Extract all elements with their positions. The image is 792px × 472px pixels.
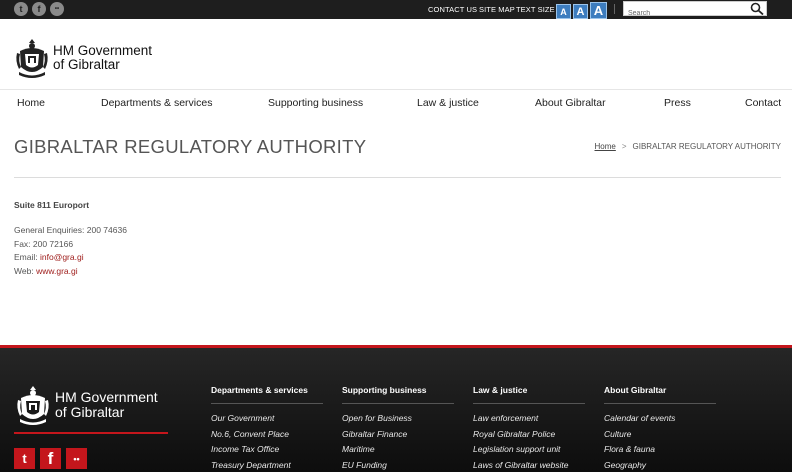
email-link[interactable]: info@gra.gi [40,252,84,262]
flickr-icon[interactable]: •• [50,2,64,16]
footer-link[interactable]: Treasury Department [211,458,323,472]
footer-link[interactable]: Maritime [342,442,454,458]
footer-link[interactable]: Geography [604,458,716,472]
footer-column-about-gibraltar: About Gibraltar Calendar of events Cultu… [604,385,716,472]
top-utility-bar: t f •• CONTACT US SITE MAP TEXT SIZE A A… [0,0,792,20]
main-navigation: Home Departments & services Supporting b… [0,97,792,111]
footer-column-heading[interactable]: Departments & services [211,385,323,404]
breadcrumb: Home > GIBRALTAR REGULATORY AUTHORITY [595,142,782,151]
footer-column-departments: Departments & services Our Government No… [211,385,323,472]
page-title: GIBRALTAR REGULATORY AUTHORITY [14,136,367,157]
footer-logo-line-1: HM Government [55,389,158,405]
text-size-controls: A A A [556,1,607,19]
footer-link[interactable]: Open for Business [342,411,454,427]
footer-logo-text: HM Government of Gibraltar [55,390,158,420]
web-link[interactable]: www.gra.gi [36,266,78,276]
site-logo[interactable]: HM Government of Gibraltar [15,37,152,79]
footer-link[interactable]: Calendar of events [604,411,716,427]
flickr-icon[interactable]: •• [66,448,87,469]
nav-item-supporting-business[interactable]: Supporting business [268,97,363,109]
email-label: Email: [14,252,38,262]
facebook-icon[interactable]: f [32,2,46,16]
footer-column-supporting-business: Supporting business Open for Business Gi… [342,385,454,472]
address: Suite 811 Europort [14,200,90,210]
footer-logo-line-2: of Gibraltar [55,404,125,420]
text-size-medium-button[interactable]: A [573,4,588,19]
text-size-small-button[interactable]: A [556,4,571,19]
nav-item-departments[interactable]: Departments & services [101,97,212,109]
footer-column-law-justice: Law & justice Law enforcement Royal Gibr… [473,385,585,472]
footer-link[interactable]: Income Tax Office [211,442,323,458]
web-label: Web: [14,265,34,276]
gibraltar-crest-icon [17,386,49,425]
breadcrumb-separator: > [621,142,627,151]
breadcrumb-current: GIBRALTAR REGULATORY AUTHORITY [632,142,781,151]
title-divider [14,177,781,178]
twitter-icon[interactable]: t [14,448,35,469]
facebook-icon[interactable]: f [40,448,61,469]
logo-line-1: HM Government [53,43,153,58]
nav-item-contact[interactable]: Contact [745,97,781,109]
footer-column-heading[interactable]: Law & justice [473,385,585,404]
footer-link[interactable]: Law enforcement [473,411,585,427]
nav-item-home[interactable]: Home [17,97,45,109]
footer-link[interactable]: Culture [604,427,716,443]
footer-link[interactable]: EU Funding [342,458,454,472]
contact-us-link[interactable]: CONTACT US [428,5,477,14]
footer-link[interactable]: Royal Gibraltar Police [473,427,585,443]
gibraltar-crest-icon [16,39,48,78]
search-box [623,1,767,20]
fax-number: Fax: 200 72166 [14,238,74,249]
contact-details: Suite 811 Europort General Enquiries: 20… [14,200,127,278]
general-enquiries: General Enquiries: 200 74636 [14,225,127,235]
divider [614,4,615,14]
site-footer: HM Government of Gibraltar t f •• Depart… [0,345,792,472]
footer-link[interactable]: Flora & fauna [604,442,716,458]
web-line: Web: www.gra.gi [14,265,127,279]
nav-item-press[interactable]: Press [664,97,691,109]
footer-link[interactable]: Our Government [211,411,323,427]
footer-link[interactable]: Gibraltar Finance [342,427,454,443]
search-icon[interactable] [750,2,764,15]
twitter-icon[interactable]: t [14,2,28,16]
search-input[interactable] [624,7,742,20]
top-social-links: t f •• [14,2,64,16]
footer-logo[interactable]: HM Government of Gibraltar [16,383,158,427]
footer-column-heading[interactable]: About Gibraltar [604,385,716,404]
footer-social-links: t f •• [14,448,87,469]
email-line: Email: info@gra.gi [14,251,127,265]
site-map-link[interactable]: SITE MAP [479,5,515,14]
footer-link[interactable]: Legislation support unit [473,442,585,458]
footer-link[interactable]: Laws of Gibraltar website [473,458,585,472]
breadcrumb-home-link[interactable]: Home [595,142,616,151]
nav-item-about-gibraltar[interactable]: About Gibraltar [535,97,606,109]
footer-link[interactable]: No.6, Convent Place [211,427,323,443]
header-divider [0,89,792,90]
logo-line-2: of Gibraltar [53,57,120,72]
footer-logo-divider [14,432,168,434]
nav-item-law-justice[interactable]: Law & justice [417,97,479,109]
footer-column-heading[interactable]: Supporting business [342,385,454,404]
logo-text: HM Government of Gibraltar [53,44,152,72]
text-size-large-button[interactable]: A [590,2,607,19]
text-size-label: TEXT SIZE [516,5,555,14]
